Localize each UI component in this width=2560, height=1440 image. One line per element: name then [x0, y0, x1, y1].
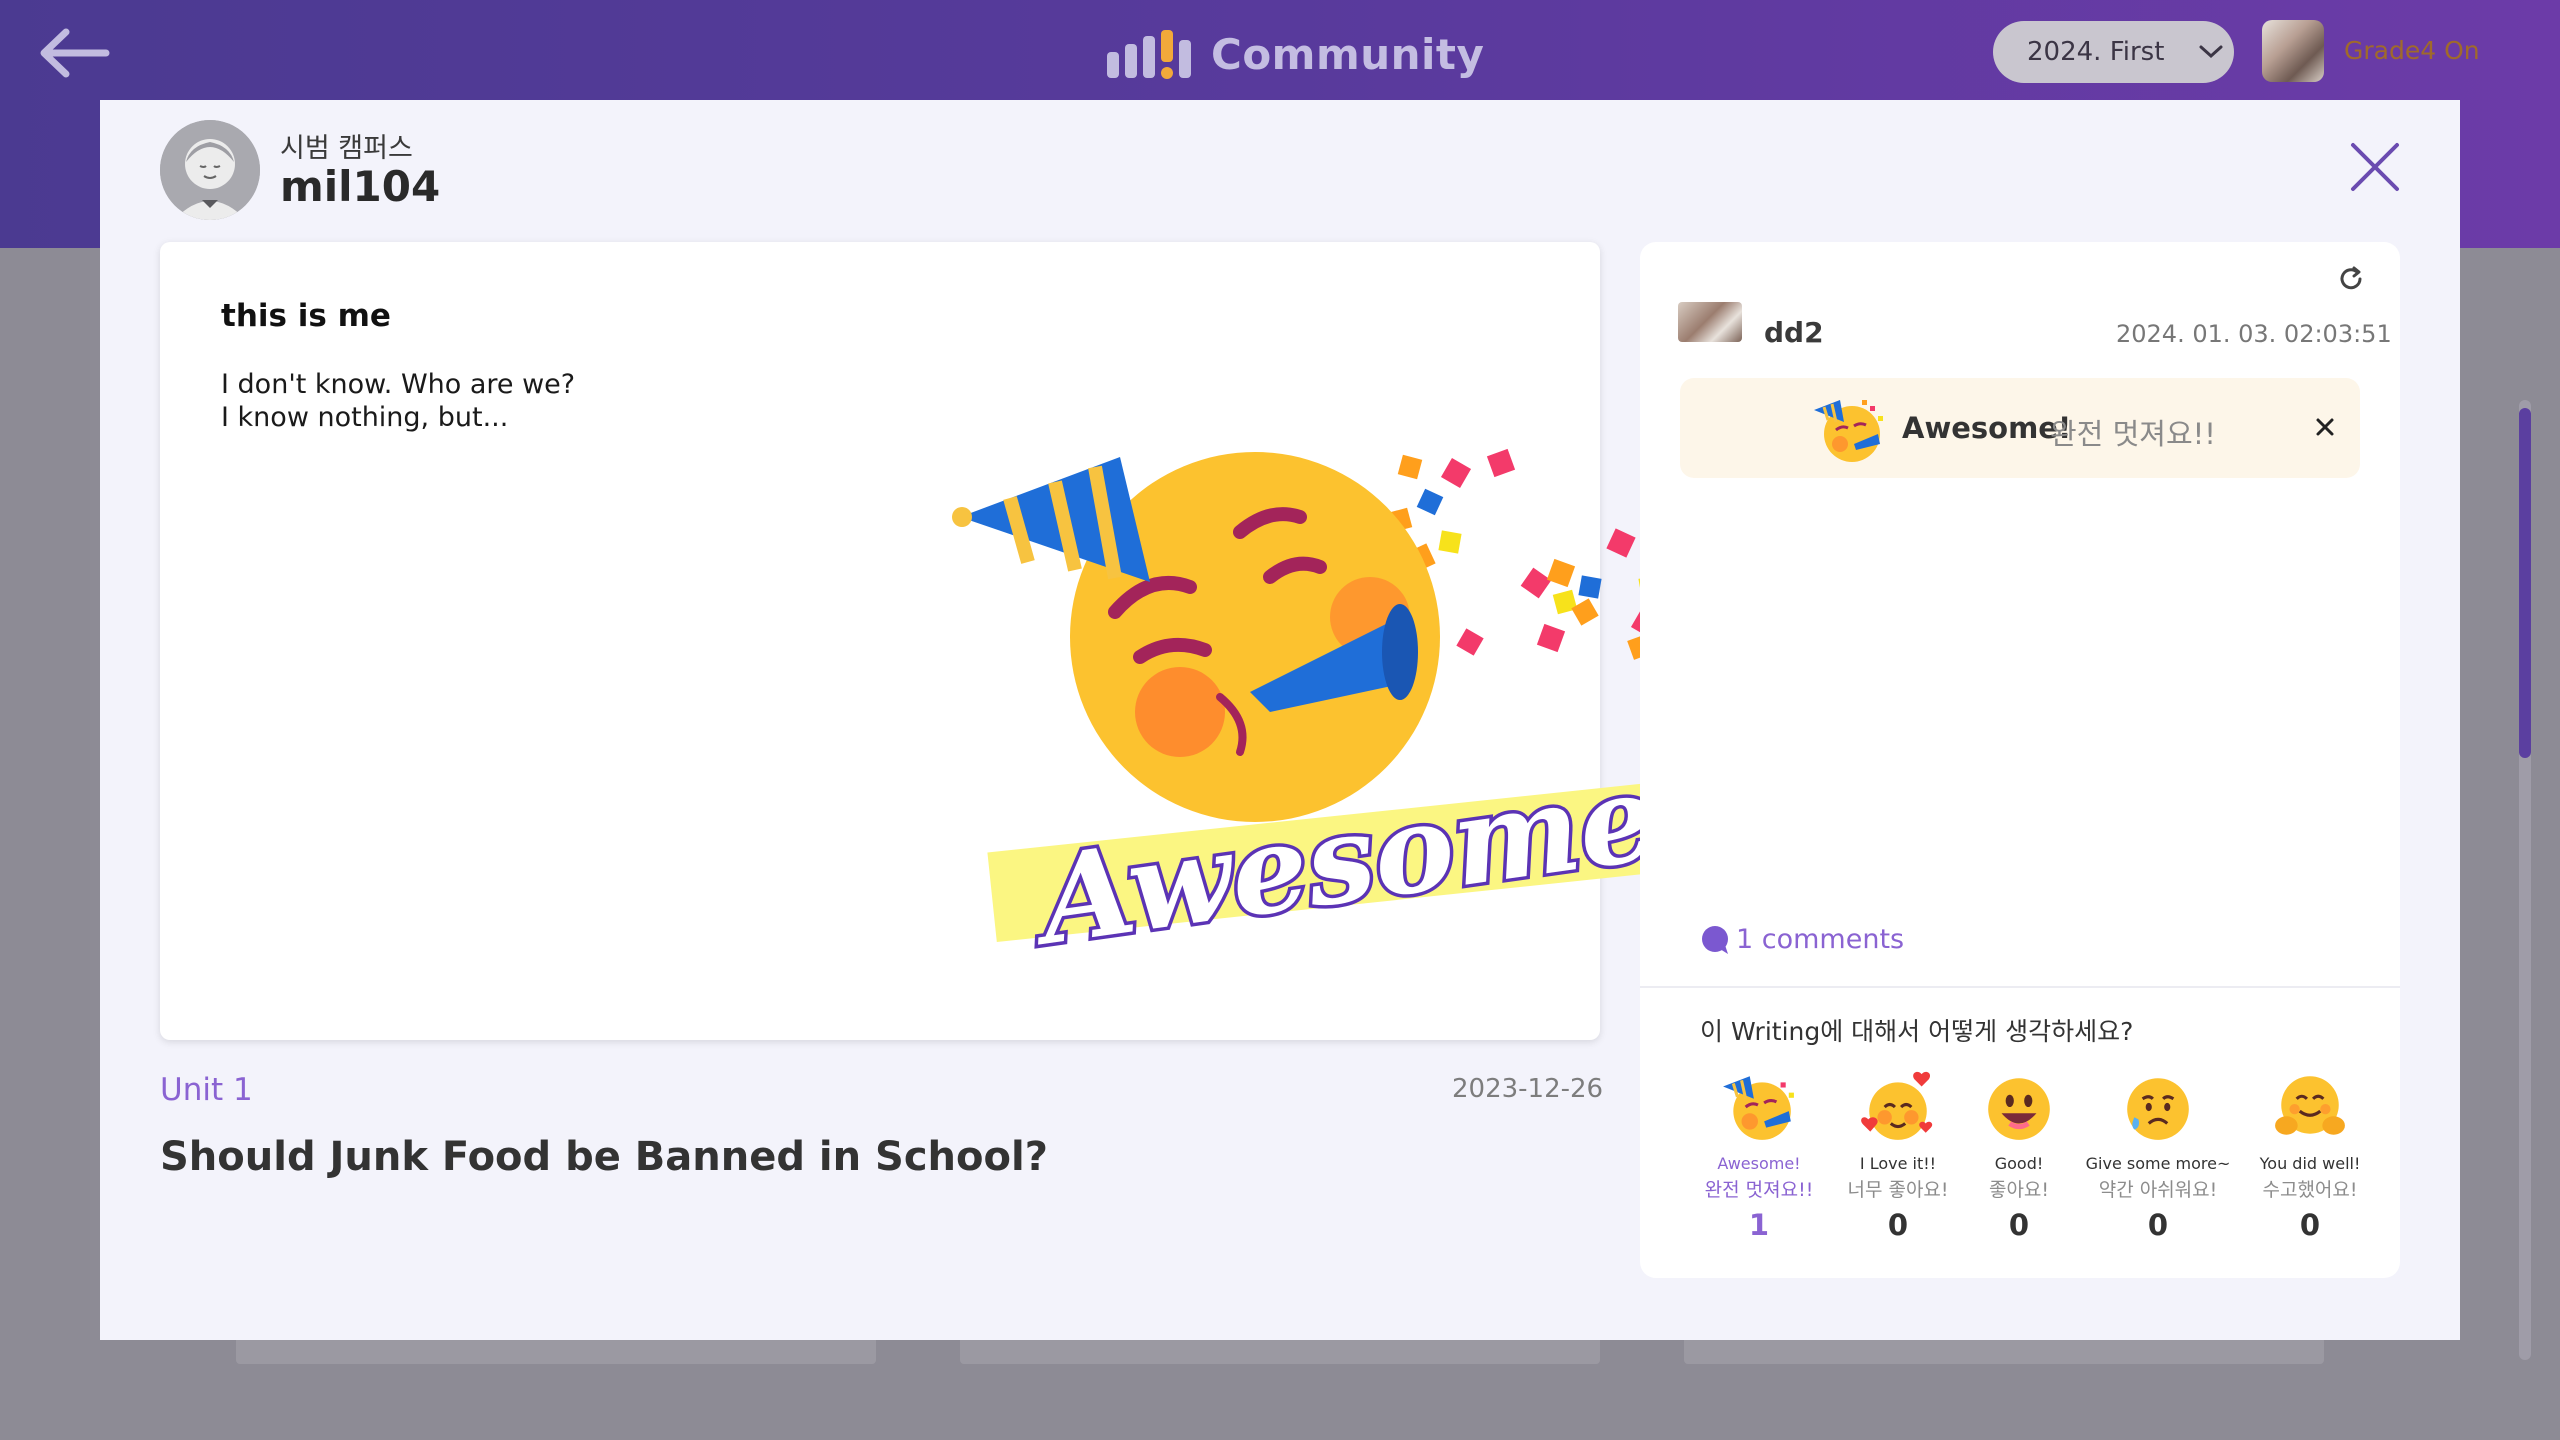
reaction-label-en: Awesome!: [1717, 1154, 1801, 1173]
comments-panel: dd2 2024. 01. 03. 02:03:51 Awesome! 완전 멋…: [1640, 242, 2400, 1278]
feedback-question: 이 Writing에 대해서 어떻게 생각하세요?: [1700, 1017, 2134, 1046]
semester-select[interactable]: 2024. First: [1993, 21, 2234, 83]
reaction-label-ko: 수고했어요!: [2262, 1179, 2358, 1201]
reaction-label-ko: 완전 멋져요!!: [1704, 1179, 1814, 1201]
reaction-label-ko: 완전 멋져요!!: [2050, 417, 2216, 451]
post-body-line: I know nothing, but...: [221, 402, 509, 433]
comments-link[interactable]: 1 comments: [1700, 924, 1904, 955]
bar-logo-icon: [1107, 30, 1191, 79]
author-avatar: [160, 120, 260, 220]
reaction-more[interactable]: Give some more~ 약간 아쉬워요! 0: [2083, 1068, 2233, 1242]
reaction-label-en: Give some more~: [2085, 1154, 2231, 1173]
reaction-label-ko: 약간 아쉬워요!: [2098, 1179, 2218, 1201]
comments-count: 1 comments: [1736, 924, 1905, 955]
topic-title: Should Junk Food be Banned in School?: [160, 1134, 1048, 1180]
reaction-label-en: You did well!: [2259, 1154, 2361, 1173]
reaction-awesome[interactable]: Awesome! 완전 멋져요!! 1: [1684, 1068, 1834, 1242]
user-avatar[interactable]: [2262, 20, 2324, 82]
sad-face-icon: [2127, 1078, 2189, 1140]
close-icon[interactable]: [2310, 412, 2340, 442]
reaction-count: 0: [2299, 1208, 2321, 1242]
party-face-icon: [1814, 400, 1883, 462]
reaction-label-en: Good!: [1994, 1154, 2044, 1173]
reaction-options: Awesome! 완전 멋져요!! 1 I Love it!! 너무 좋아요!: [1684, 1068, 2384, 1248]
close-icon[interactable]: [2348, 140, 2402, 194]
reaction-label-ko: 좋아요!: [1988, 1179, 2050, 1201]
reaction-well-done[interactable]: You did well! 수고했어요! 0: [2235, 1068, 2385, 1242]
hearts-face-icon: [1861, 1071, 1933, 1140]
post-date: 2023-12-26: [1452, 1074, 1604, 1104]
page-title: Community: [1211, 29, 1485, 79]
hug-face-icon: [2275, 1076, 2345, 1135]
author-name: mil104: [280, 162, 441, 211]
commenter-avatar: [1678, 302, 1742, 342]
refresh-icon[interactable]: [2336, 264, 2366, 294]
reaction-label-en: Awesome!: [1902, 411, 2072, 445]
reaction-count: 0: [2008, 1208, 2030, 1242]
brand: Community: [1105, 24, 1484, 84]
user-grade: Grade4 On: [2344, 36, 2480, 65]
post-title: this is me: [221, 298, 391, 334]
divider: [1640, 986, 2400, 988]
scrollbar-thumb[interactable]: [2519, 408, 2531, 758]
post-modal: 시범 캠퍼스 mil104 this is me I don't know. W…: [100, 100, 2460, 1340]
reaction-count: 0: [2147, 1208, 2169, 1242]
reaction-good[interactable]: Good! 좋아요! 0: [1944, 1068, 2094, 1242]
comment-timestamp: 2024. 01. 03. 02:03:51: [2116, 320, 2392, 348]
speech-bubble-icon: [1702, 925, 1728, 954]
semester-value: 2024. First: [2027, 37, 2165, 67]
commenter-name: dd2: [1764, 316, 1824, 349]
post-body-line: I don't know. Who are we?: [221, 369, 576, 400]
comment-reaction: Awesome! 완전 멋져요!!: [1680, 378, 2360, 478]
post-card: this is me I don't know. Who are we? I k…: [160, 242, 1777, 1040]
party-face-icon: [1723, 1076, 1794, 1140]
reaction-count: 1: [1748, 1208, 1770, 1242]
chevron-down-icon: [2199, 45, 2223, 59]
back-arrow-icon[interactable]: [36, 22, 112, 84]
grin-face-icon: [1988, 1078, 2050, 1140]
post-body: I don't know. Who are we? I know nothing…: [221, 368, 575, 434]
unit-label: Unit 1: [160, 1072, 253, 1108]
campus-name: 시범 캠퍼스: [280, 133, 413, 164]
